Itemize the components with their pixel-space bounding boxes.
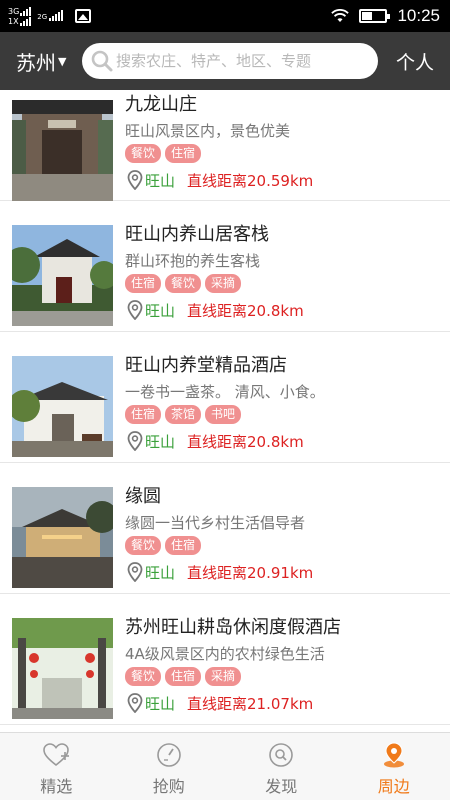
listing-thumbnail [12,618,113,719]
map-pin-icon [127,170,143,190]
listing-name: 缘圆 [125,486,161,507]
distance-text: 直线距离20.59km [187,171,314,190]
tag-badge: 餐饮 [125,536,162,555]
clock: 10:25 [397,6,440,25]
nav-tab-nearby[interactable]: 周边 [338,733,450,800]
signal-bars-icon [19,16,31,26]
tag-badge: 餐饮 [125,144,162,163]
listing-thumbnail [12,356,113,457]
list-item[interactable]: 旺山内养堂精品酒店 一卷书一盏茶。 清风、小食。 住宿 茶馆 书吧 旺山 直线距… [0,343,450,463]
profile-button[interactable]: 个人 [396,32,434,90]
nav-label: 周边 [377,777,410,796]
listing-name: 旺山内养堂精品酒店 [125,355,287,376]
nav-label: 精选 [40,777,73,796]
map-pin-icon [127,300,143,320]
tag-badge: 采摘 [205,667,242,686]
listing-tags: 餐饮 住宿 采摘 [125,667,242,686]
dropdown-caret-icon: ▼ [58,54,67,68]
tag-badge: 采摘 [205,274,242,293]
signal-bars-icon [20,6,32,16]
listing-thumbnail [12,225,113,326]
distance-text: 直线距离20.8km [187,301,304,320]
location-area: 旺山 [145,432,176,451]
network-indicator-1: 3G 1X [8,6,32,26]
tag-badge: 住宿 [165,536,202,555]
list-item[interactable]: 缘圆 缘圆一当代乡村生活倡导者 餐饮 住宿 旺山 直线距离20.91km [0,474,450,594]
status-right: 10:25 [331,0,440,32]
signal-bars-icon [49,10,64,21]
listing-location: 旺山 直线距离20.59km [127,169,313,191]
listing-thumbnail [12,100,113,201]
listing-tags: 餐饮 住宿 [125,144,202,163]
listing-thumbnail [12,487,113,588]
distance-text: 直线距离21.07km [187,694,314,713]
search-icon [91,50,113,72]
nav-tab-featured[interactable]: 精选 [0,733,113,800]
location-area: 旺山 [145,563,176,582]
listing-name: 九龙山庄 [125,94,197,115]
listing-list[interactable]: 九龙山庄 旺山风景区内，景色优美 餐饮 住宿 旺山 直线距离20.59km 旺山… [0,90,450,732]
listing-description: 旺山风景区内，景色优美 [125,122,291,140]
tag-badge: 餐饮 [125,667,162,686]
bottom-nav: 精选 抢购 发现 周边 [0,732,450,800]
distance-text: 直线距离20.91km [187,563,314,582]
app-header: 苏州 ▼ 个人 [0,32,450,90]
wifi-icon [331,9,350,22]
location-area: 旺山 [145,171,176,190]
listing-tags: 餐饮 住宿 [125,536,202,555]
search-input[interactable] [116,52,366,70]
city-label: 苏州 [16,50,56,75]
heart-plus-icon [43,743,70,767]
list-item[interactable]: 旺山内养山居客栈 群山环抱的养生客栈 住宿 餐饮 采摘 旺山 直线距离20.8k… [0,212,450,332]
listing-location: 旺山 直线距离20.8km [127,430,304,452]
network-1x-label: 1X [8,17,19,26]
gallery-notification-icon [75,9,92,23]
map-pin-icon [127,431,143,451]
location-pin-icon [383,742,404,768]
status-bar: 3G 1X 2G 10:25 [0,0,450,32]
location-area: 旺山 [145,301,176,320]
list-item[interactable]: 苏州旺山耕岛休闲度假酒店 4A级风景区内的农村绿色生活 餐饮 住宿 采摘 旺山 … [0,605,450,725]
tag-badge: 住宿 [125,274,162,293]
listing-location: 旺山 直线距离20.8km [127,299,304,321]
map-pin-icon [127,562,143,582]
nav-label: 抢购 [152,777,185,796]
listing-description: 群山环抱的养生客栈 [125,252,261,270]
nav-label: 发现 [265,777,298,796]
listing-tags: 住宿 餐饮 采摘 [125,274,242,293]
network-2g-label: 2G [37,13,48,21]
search-bar[interactable] [82,43,378,79]
search-circle-icon [269,743,294,767]
listing-description: 4A级风景区内的农村绿色生活 [125,645,325,663]
listing-name: 旺山内养山居客栈 [125,224,269,245]
distance-text: 直线距离20.8km [187,432,304,451]
tag-badge: 住宿 [165,667,202,686]
list-item[interactable]: 九龙山庄 旺山风景区内，景色优美 餐饮 住宿 旺山 直线距离20.59km [0,90,450,201]
listing-location: 旺山 直线距离20.91km [127,561,313,583]
nav-tab-flash-sale[interactable]: 抢购 [113,733,226,800]
battery-icon [359,9,391,23]
network-3g-label: 3G [8,7,20,16]
map-pin-icon [127,693,143,713]
tag-badge: 住宿 [165,144,202,163]
tag-badge: 茶馆 [165,405,202,424]
listing-name: 苏州旺山耕岛休闲度假酒店 [125,617,341,638]
network-indicator-2: 2G [37,10,64,21]
tag-badge: 书吧 [205,405,242,424]
tag-badge: 餐饮 [165,274,202,293]
nav-tab-discover[interactable]: 发现 [225,733,338,800]
listing-tags: 住宿 茶馆 书吧 [125,405,242,424]
timer-icon [156,743,181,767]
tag-badge: 住宿 [125,405,162,424]
listing-description: 一卷书一盏茶。 清风、小食。 [125,383,325,401]
listing-location: 旺山 直线距离21.07km [127,692,313,714]
status-left: 3G 1X 2G [8,3,92,29]
listing-description: 缘圆一当代乡村生活倡导者 [125,514,306,532]
city-selector[interactable]: 苏州 ▼ [16,32,66,90]
location-area: 旺山 [145,694,176,713]
